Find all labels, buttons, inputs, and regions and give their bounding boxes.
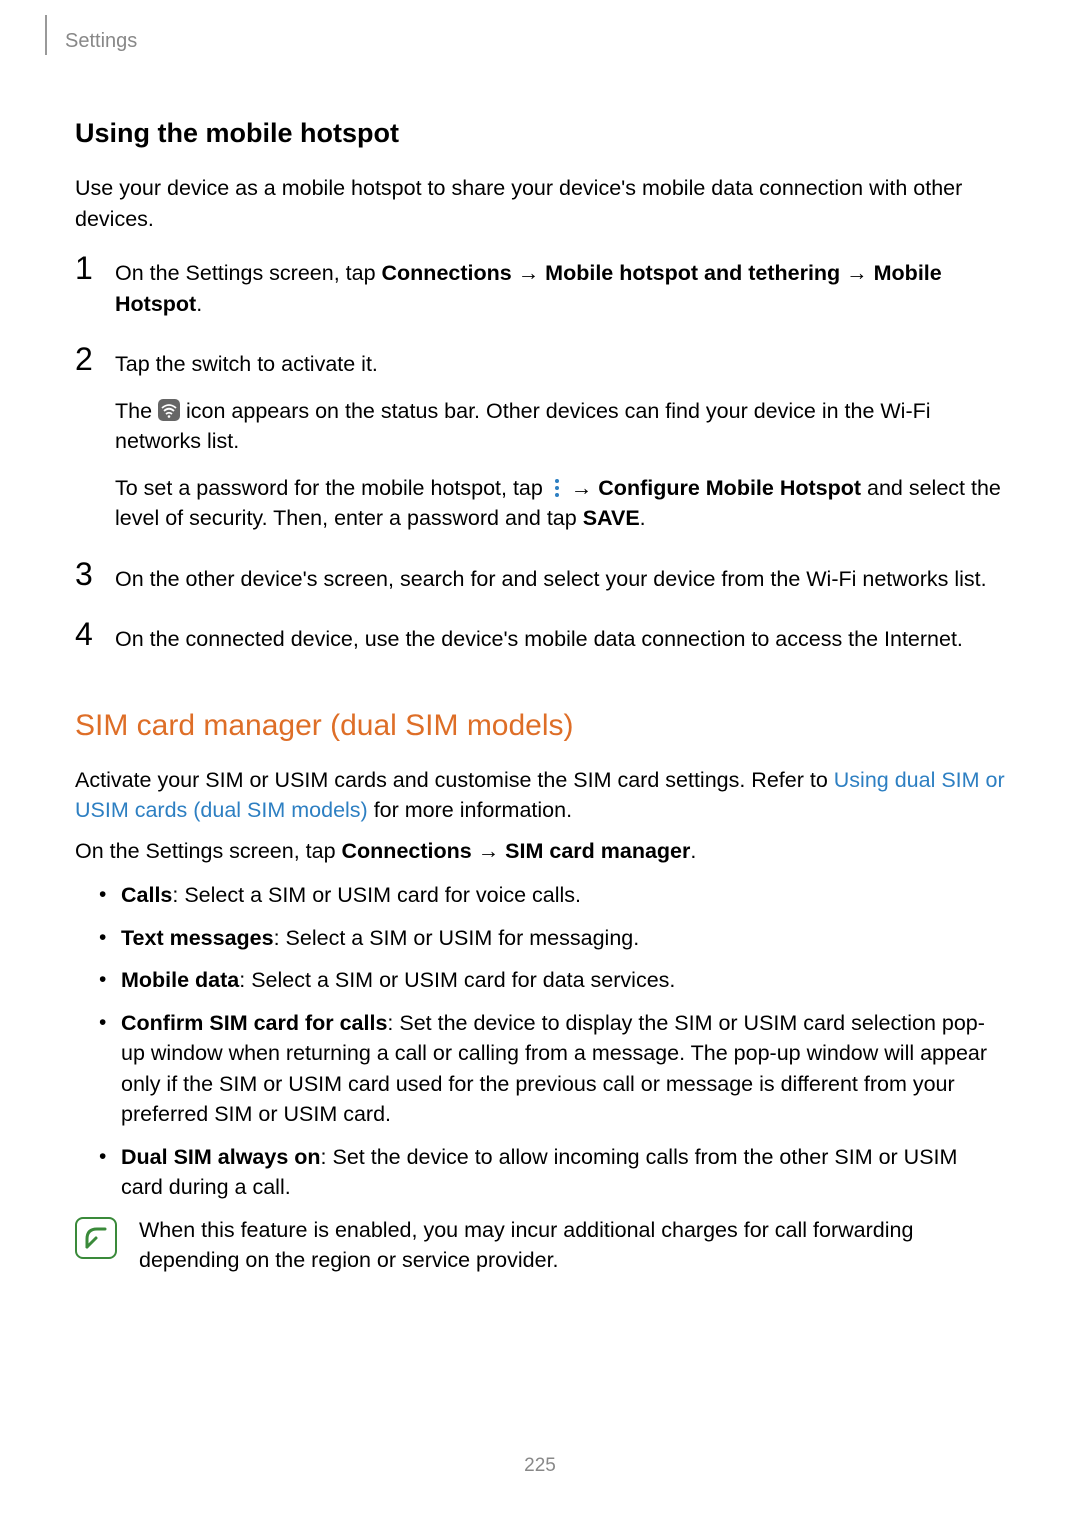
list-item: Confirm SIM card for calls: Set the devi… xyxy=(99,1008,1005,1130)
arrow: → xyxy=(512,261,545,285)
bullet-text: : Select a SIM or USIM for messaging. xyxy=(274,926,640,950)
step-sub: To set a password for the mobile hotspot… xyxy=(115,473,1005,534)
step-number: 1 xyxy=(75,250,93,287)
arrow: → xyxy=(472,839,505,863)
list-item: Dual SIM always on: Set the device to al… xyxy=(99,1142,1005,1203)
step-1: 1 On the Settings screen, tap Connection… xyxy=(75,258,1005,319)
bold-hotspot-tethering: Mobile hotspot and tethering xyxy=(545,261,840,285)
text: To set a password for the mobile hotspot… xyxy=(115,476,549,500)
breadcrumb: Settings xyxy=(65,30,1005,53)
text: On the Settings screen, tap xyxy=(115,261,382,285)
list-item: Calls: Select a SIM or USIM card for voi… xyxy=(99,880,1005,911)
steps-list: 1 On the Settings screen, tap Connection… xyxy=(75,258,1005,655)
more-options-icon xyxy=(551,477,563,499)
bullet-text: : Select a SIM or USIM card for voice ca… xyxy=(172,883,581,907)
note-text: When this feature is enabled, you may in… xyxy=(139,1215,1005,1276)
bullet-label: Dual SIM always on xyxy=(121,1145,321,1169)
note-icon xyxy=(75,1217,117,1259)
sim-nav: On the Settings screen, tap Connections … xyxy=(75,836,1005,867)
step-body: On the connected device, use the device'… xyxy=(115,624,1005,655)
sim-options-list: Calls: Select a SIM or USIM card for voi… xyxy=(99,880,1005,1203)
page-number: 225 xyxy=(0,1455,1080,1477)
text: icon appears on the status bar. Other de… xyxy=(115,399,931,454)
step-number: 4 xyxy=(75,616,93,653)
step-number: 2 xyxy=(75,341,93,378)
step-body: On the Settings screen, tap Connections … xyxy=(115,258,1005,319)
list-item: Text messages: Select a SIM or USIM for … xyxy=(99,923,1005,954)
bold-configure: Configure Mobile Hotspot xyxy=(598,476,861,500)
note-callout: When this feature is enabled, you may in… xyxy=(75,1215,1005,1276)
heading-hotspot: Using the mobile hotspot xyxy=(75,118,1005,149)
bullet-label: Confirm SIM card for calls xyxy=(121,1011,387,1035)
step-body: On the other device's screen, search for… xyxy=(115,564,1005,595)
step-4: 4 On the connected device, use the devic… xyxy=(75,624,1005,655)
step-3: 3 On the other device's screen, search f… xyxy=(75,564,1005,595)
sim-intro: Activate your SIM or USIM cards and cust… xyxy=(75,765,1005,826)
page-content: Settings Using the mobile hotspot Use yo… xyxy=(0,0,1080,1276)
bullet-text: : Select a SIM or USIM card for data ser… xyxy=(239,968,675,992)
text: Activate your SIM or USIM cards and cust… xyxy=(75,768,834,792)
bold-connections: Connections xyxy=(382,261,512,285)
text: . xyxy=(196,292,202,316)
step-body: Tap the switch to activate it. xyxy=(115,349,1005,380)
intro-text: Use your device as a mobile hotspot to s… xyxy=(75,173,1005,234)
bullet-label: Text messages xyxy=(121,926,274,950)
header-divider xyxy=(45,15,47,55)
step-2: 2 Tap the switch to activate it. The ico… xyxy=(75,349,1005,534)
arrow: → xyxy=(840,261,873,285)
bullet-label: Calls xyxy=(121,883,172,907)
text: On the Settings screen, tap xyxy=(75,839,342,863)
text: for more information. xyxy=(368,798,572,822)
hotspot-icon xyxy=(158,399,180,421)
step-sub: The icon appears on the status bar. Othe… xyxy=(115,396,1005,457)
text: . xyxy=(640,506,646,530)
arrow: → xyxy=(565,476,598,500)
bold-save: SAVE xyxy=(583,506,640,530)
bold-sim-manager: SIM card manager xyxy=(505,839,690,863)
heading-sim-manager: SIM card manager (dual SIM models) xyxy=(75,709,1005,743)
step-number: 3 xyxy=(75,556,93,593)
text: . xyxy=(690,839,696,863)
text: The xyxy=(115,399,158,423)
bullet-label: Mobile data xyxy=(121,968,239,992)
list-item: Mobile data: Select a SIM or USIM card f… xyxy=(99,965,1005,996)
bold-connections: Connections xyxy=(342,839,472,863)
